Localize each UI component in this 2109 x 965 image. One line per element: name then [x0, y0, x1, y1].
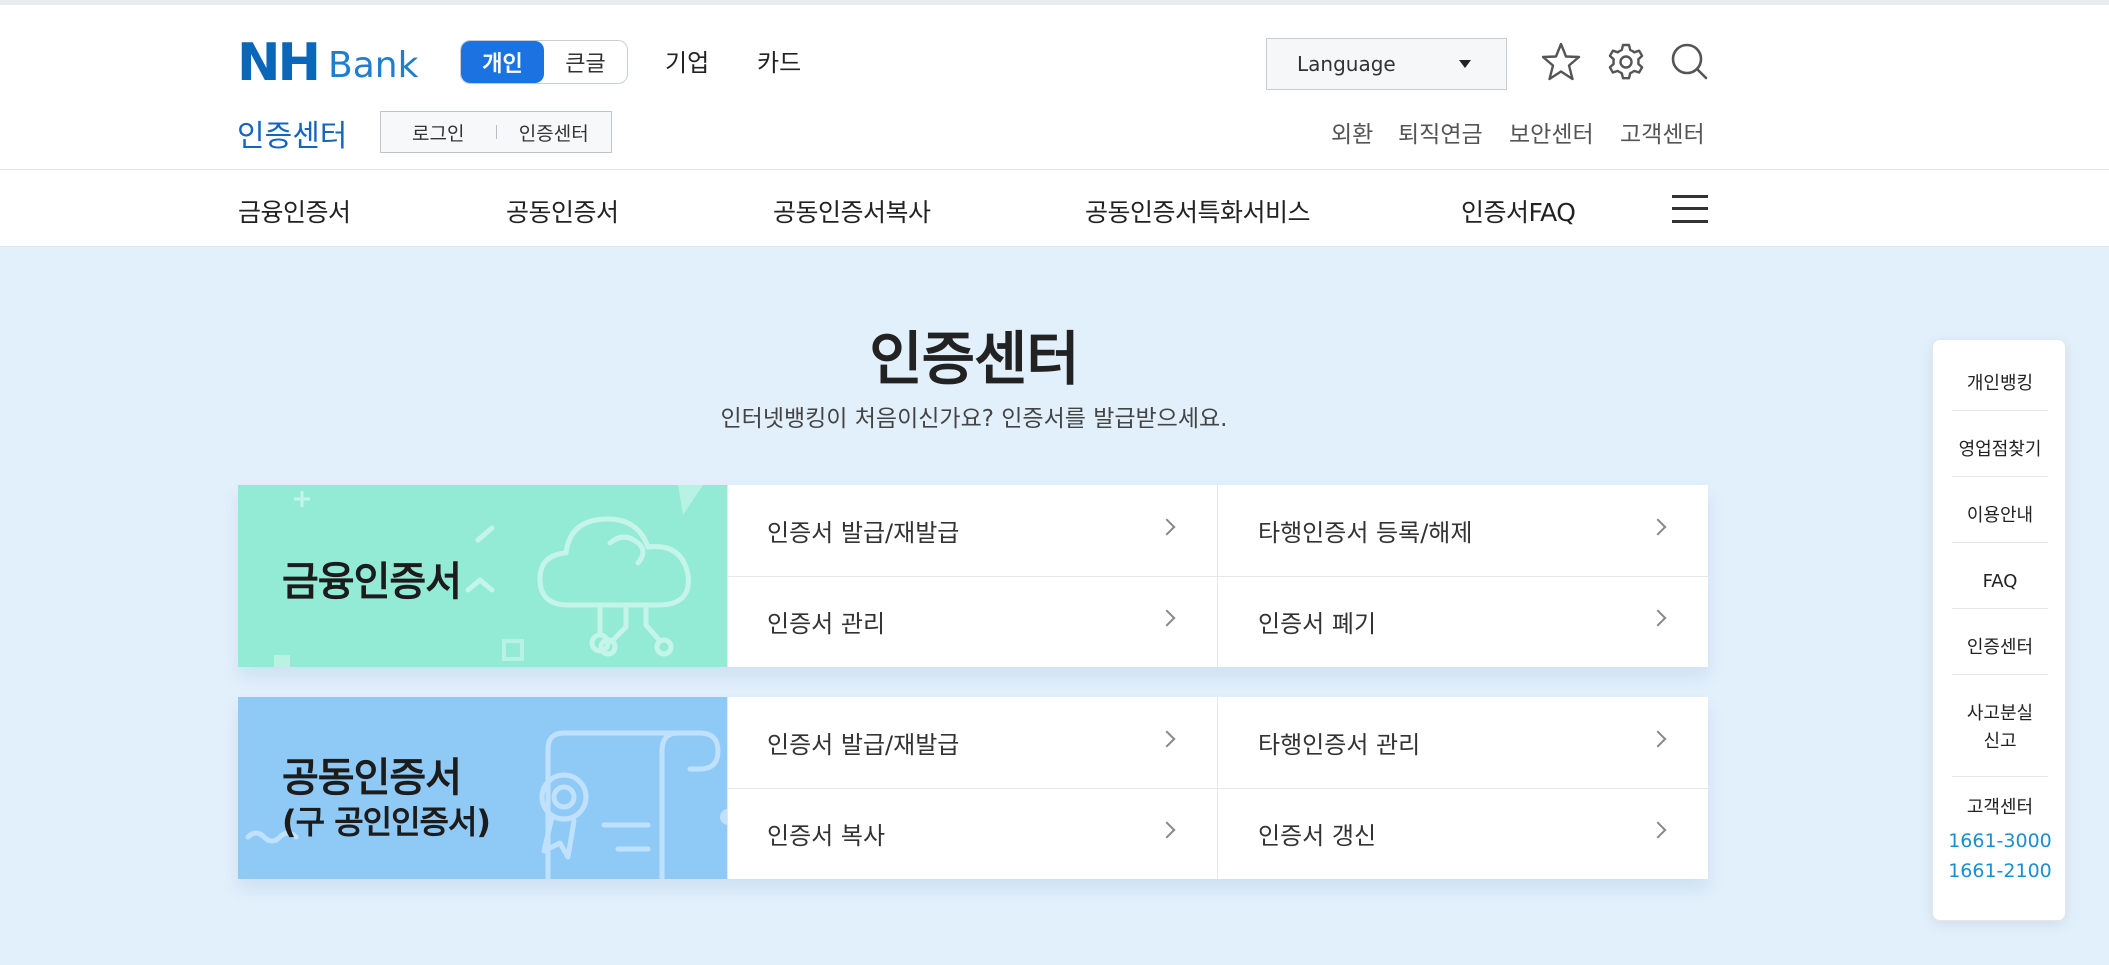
corporate-menu-link[interactable]: 기업: [665, 43, 709, 78]
search-icon[interactable]: [1668, 40, 1712, 84]
joint-cert-card: 공동인증서 (구 공인인증서) 인증서 발급/재발급 타행인증서 관리 인증서 …: [238, 697, 1708, 879]
nav-item-joint-cert-copy[interactable]: 공동인증서복사: [773, 193, 931, 229]
language-select-label: Language: [1297, 52, 1396, 76]
link-label: 인증서 발급/재발급: [767, 731, 960, 759]
login-button[interactable]: 로그인: [381, 119, 496, 146]
sub-button-group: 로그인 인증센터: [380, 111, 612, 153]
main-content: 인증센터 인터넷뱅킹이 처음이신가요? 인증서를 발급받으세요. 금융인증서 인…: [0, 247, 2109, 965]
joint-cert-banner[interactable]: 공동인증서 (구 공인인증서): [238, 697, 727, 879]
nav-item-joint-cert-special[interactable]: 공동인증서특화서비스: [1085, 193, 1311, 229]
quick-customer-center: 고객센터: [1966, 797, 2034, 818]
star-icon[interactable]: [1539, 40, 1583, 84]
logo-bank-text: Bank: [328, 45, 419, 86]
link-label: 타행인증서 등록/해제: [1258, 519, 1473, 547]
joint-cert-subtitle: (구 공인인증서): [282, 803, 491, 841]
menu-icon[interactable]: [1672, 193, 1708, 225]
chevron-right-icon: [1158, 518, 1176, 536]
joint-cert-copy-link[interactable]: 인증서 복사: [727, 788, 1217, 879]
joint-cert-other-bank-link[interactable]: 타행인증서 관리: [1218, 697, 1708, 788]
quick-menu-panel: 개인뱅킹 영업점찾기 이용안내 FAQ 인증센터 사고분실 신고 고객센터 16…: [1932, 339, 2066, 921]
quick-usage-guide[interactable]: 이용안내: [1952, 502, 2048, 530]
link-label: 인증서 갱신: [1258, 822, 1377, 850]
nh-bank-logo[interactable]: NH Bank: [237, 33, 419, 93]
page-description: 인터넷뱅킹이 처음이신가요? 인증서를 발급받으세요.: [720, 406, 1228, 432]
chevron-right-icon: [1649, 821, 1667, 839]
link-label: 인증서 관리: [767, 610, 886, 638]
chevron-right-icon: [1649, 730, 1667, 748]
phone-number-1[interactable]: 1661-3000: [1933, 830, 2067, 852]
main-nav: 금융인증서 공동인증서 공동인증서복사 공동인증서특화서비스 인증서FAQ: [0, 171, 2109, 247]
nav-item-joint-cert[interactable]: 공동인증서: [506, 193, 619, 229]
link-label: 인증서 복사: [767, 822, 886, 850]
joint-cert-title: 공동인증서: [282, 755, 462, 801]
link-label: 인증서 발급/재발급: [767, 519, 960, 547]
link-label: 타행인증서 관리: [1258, 731, 1421, 759]
financial-cert-banner[interactable]: 금융인증서: [238, 485, 727, 667]
nav-item-financial-cert[interactable]: 금융인증서: [238, 193, 351, 229]
quick-loss-report[interactable]: 사고분실 신고: [1952, 700, 2048, 756]
quick-cert-center[interactable]: 인증센터: [1952, 634, 2048, 662]
util-link-security[interactable]: 보안센터: [1509, 115, 1594, 149]
language-select[interactable]: Language: [1266, 38, 1507, 90]
page: NH Bank 개인 큰글 기업 카드 Language 인증센터 로그인 인증…: [0, 0, 2109, 965]
divider: [1952, 776, 2048, 777]
site-mode-toggle: 개인 큰글: [460, 40, 628, 84]
chevron-right-icon: [1649, 518, 1667, 536]
dropdown-caret-icon: [1459, 60, 1471, 68]
link-label: 인증서 폐기: [1258, 610, 1377, 638]
divider: [1952, 476, 2048, 477]
financial-cert-manage-link[interactable]: 인증서 관리: [727, 576, 1217, 667]
util-link-forex[interactable]: 외환: [1331, 115, 1373, 149]
divider: [1952, 410, 2048, 411]
divider: [1952, 674, 2048, 675]
util-link-customer[interactable]: 고객센터: [1620, 115, 1705, 149]
financial-cert-revoke-link[interactable]: 인증서 폐기: [1218, 576, 1708, 667]
chevron-right-icon: [1158, 821, 1176, 839]
card-menu-link[interactable]: 카드: [757, 43, 801, 78]
chevron-right-icon: [1158, 730, 1176, 748]
quick-faq[interactable]: FAQ: [1952, 568, 2048, 596]
divider: [1952, 608, 2048, 609]
gear-icon[interactable]: [1604, 40, 1648, 84]
quick-personal-banking[interactable]: 개인뱅킹: [1952, 370, 2048, 398]
cert-center-button[interactable]: 인증센터: [497, 119, 612, 146]
personal-mode-button[interactable]: 개인: [461, 41, 544, 83]
nav-item-cert-faq[interactable]: 인증서FAQ: [1461, 193, 1576, 229]
joint-cert-renew-link[interactable]: 인증서 갱신: [1218, 788, 1708, 879]
phone-number-2[interactable]: 1661-2100: [1933, 860, 2067, 882]
financial-cert-issue-link[interactable]: 인증서 발급/재발급: [727, 485, 1217, 576]
util-link-pension[interactable]: 퇴직연금: [1398, 115, 1483, 149]
quick-branch-finder[interactable]: 영업점찾기: [1952, 436, 2048, 464]
financial-cert-card: 금융인증서 인증서 발급/재발급 타행인증서 등록/해제 인증서 관리 인증서 …: [238, 485, 1708, 667]
logo-nh-text: NH: [237, 33, 321, 93]
header: NH Bank 개인 큰글 기업 카드 Language 인증센터 로그인 인증…: [0, 0, 2109, 170]
financial-cert-other-bank-link[interactable]: 타행인증서 등록/해제: [1218, 485, 1708, 576]
financial-cert-title: 금융인증서: [282, 559, 462, 605]
section-title: 인증센터: [237, 119, 348, 154]
joint-cert-issue-link[interactable]: 인증서 발급/재발급: [727, 697, 1217, 788]
chevron-right-icon: [1649, 609, 1667, 627]
chevron-right-icon: [1158, 609, 1176, 627]
divider: [1952, 542, 2048, 543]
large-text-mode-button[interactable]: 큰글: [544, 41, 627, 83]
page-title: 인증센터: [869, 325, 1079, 393]
